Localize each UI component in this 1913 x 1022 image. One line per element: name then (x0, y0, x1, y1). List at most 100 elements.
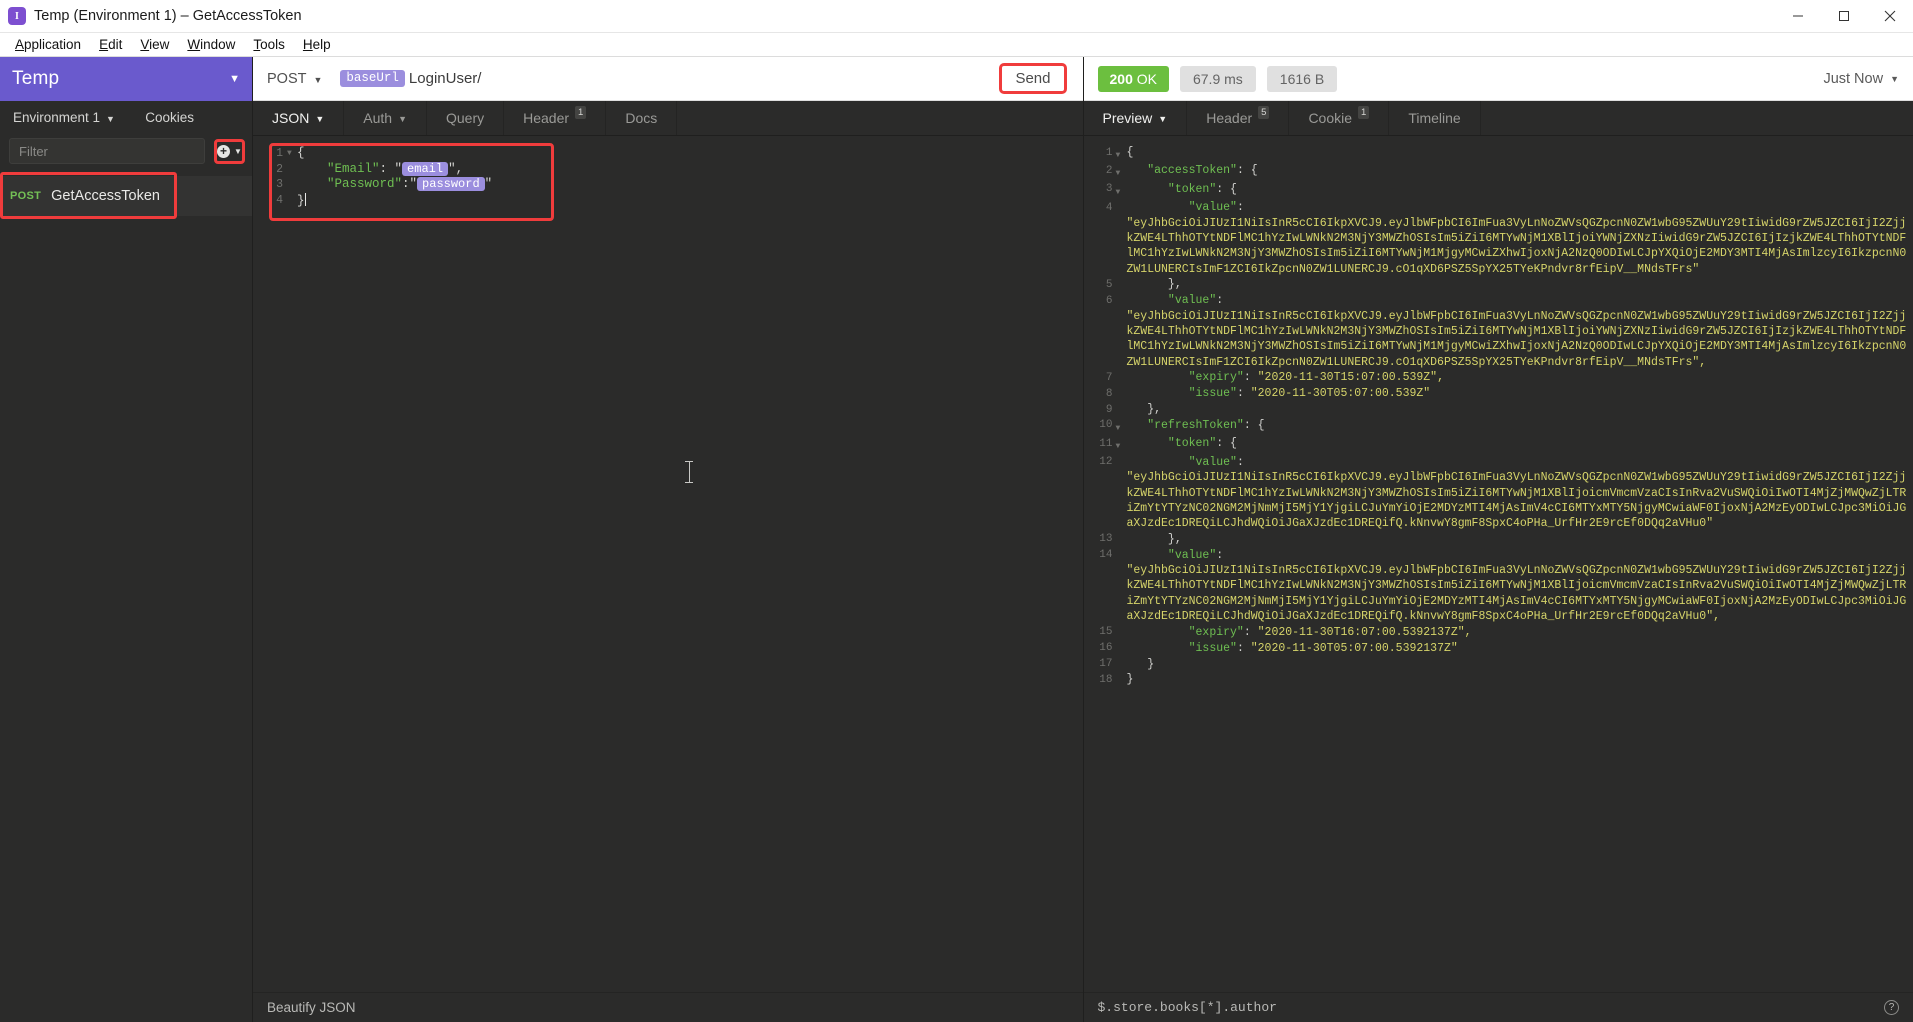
menu-application[interactable]: AApplicationpplication (6, 35, 90, 54)
fold-arrow-icon[interactable]: ▼ (1116, 182, 1127, 200)
sidebar: Temp ▼ Environment 1 ▼ Cookies + ▼ (0, 57, 253, 1022)
tab-query-label: Query (446, 110, 485, 126)
code-text: "issue": "2020-11-30T05:07:00.5392137Z" (1127, 641, 1458, 656)
menu-tools[interactable]: Tools (244, 35, 294, 54)
tab-timeline[interactable]: Timeline (1389, 101, 1481, 135)
window-controls (1775, 0, 1913, 33)
request-json-code[interactable]: 1 ▼{2 "Email": " email ", 3 "Password":" pass… (253, 136, 1083, 209)
response-status-bar: 200 OK 67.9 ms 1616 B Just Now ▼ (1083, 57, 1913, 101)
code-text: "refreshToken": { (1127, 418, 1265, 433)
send-button[interactable]: Send (1015, 70, 1050, 87)
code-text: }, (1127, 532, 1182, 547)
environment-selector[interactable]: Environment 1 ▼ (13, 110, 115, 125)
json-punctuation: : (1236, 641, 1244, 655)
fold-arrow-icon[interactable]: ▼ (287, 146, 297, 162)
response-code-line: 15 "expiry": "2020-11-30T16:07:00.539213… (1084, 625, 1913, 641)
json-punctuation: }, (1147, 403, 1162, 416)
tab-preview[interactable]: Preview ▼ (1083, 101, 1188, 135)
json-key: "value" (1188, 455, 1237, 469)
maximize-icon[interactable] (1821, 0, 1867, 33)
menu-view[interactable]: View (131, 35, 178, 54)
code-text: "value": "eyJhbGciOiJIUzI1NiIsInR5cCI6Ik… (1127, 455, 1913, 532)
code-text: "value": "eyJhbGciOiJIUzI1NiIsInR5cCI6Ik… (1127, 200, 1913, 277)
request-method-label: POST (10, 190, 42, 202)
filter-row: + ▼ (0, 134, 252, 168)
code-token: :" (402, 177, 418, 192)
json-key: "token" (1167, 182, 1217, 196)
line-number: 13 (1099, 533, 1113, 546)
tab-query[interactable]: Query (427, 101, 505, 135)
json-value: "2020-11-30T05:07:00.539Z" (1243, 387, 1431, 401)
response-time-badge[interactable]: 67.9 ms (1179, 65, 1256, 92)
json-punctuation: : { (1243, 418, 1265, 432)
text-cursor-icon (685, 461, 693, 483)
status-text: OK (1136, 70, 1157, 87)
tab-cookie-label: Cookie (1308, 110, 1353, 126)
url-input[interactable]: baseUrl LoginUser/ (340, 70, 481, 87)
fold-arrow-icon[interactable]: ▼ (1116, 436, 1127, 454)
menu-edit[interactable]: Edit (90, 35, 131, 54)
response-filter-input[interactable]: $.store.books[*].author (1098, 1000, 1277, 1015)
tab-cookie[interactable]: Cookie 1 (1289, 101, 1390, 135)
code-token: "Email" (327, 161, 380, 176)
workspace-header[interactable]: Temp ▼ (0, 57, 252, 101)
add-request-button[interactable]: + ▼ (217, 144, 242, 158)
code-text: "value": "eyJhbGciOiJIUzI1NiIsInR5cCI6Ik… (1127, 548, 1913, 625)
base-url-variable-chip: baseUrl (340, 70, 405, 87)
menu-window[interactable]: Window (178, 35, 244, 54)
menu-help[interactable]: Help (294, 35, 340, 54)
tab-json[interactable]: JSON ▼ (253, 101, 345, 135)
sidebar-item-getaccesstoken[interactable]: POST GetAccessToken (0, 176, 252, 216)
response-code-line: 6 "value": "eyJhbGciOiJIUzI1NiIsInR5cCI6… (1084, 293, 1913, 370)
request-tabs: JSON ▼ Auth ▼ Query Header 1 Docs (253, 101, 1083, 136)
code-text: "Email": " email ", (297, 161, 463, 178)
tab-timeline-label: Timeline (1408, 110, 1461, 126)
code-token: { (297, 146, 305, 160)
line-number: 18 (1099, 673, 1113, 686)
response-code-line: 8 "issue": "2020-11-30T05:07:00.539Z" (1084, 386, 1913, 402)
response-body-viewer[interactable]: 1 ▼{2 ▼ "accessToken": {3 ▼ "token": {4 "va… (1083, 136, 1913, 992)
tab-response-header-label: Header (1206, 110, 1253, 126)
response-history-selector[interactable]: Just Now ▼ (1823, 71, 1899, 87)
fold-arrow-icon[interactable]: ▼ (1116, 163, 1127, 181)
chevron-down-icon: ▼ (1158, 114, 1168, 124)
method-selector[interactable]: POST ▼ (267, 71, 322, 87)
json-punctuation: : { (1216, 437, 1237, 451)
question-mark-icon[interactable]: ? (1884, 1000, 1899, 1015)
header-count-badge: 1 (575, 105, 587, 119)
tab-response-header[interactable]: Header 5 (1187, 101, 1290, 135)
response-code-line: 9 }, (1084, 402, 1913, 418)
code-token: "Password" (327, 177, 403, 192)
sidebar-filter-input[interactable] (9, 138, 205, 164)
environment-row: Environment 1 ▼ Cookies (0, 101, 252, 134)
json-key: "expiry" (1188, 625, 1244, 639)
chevron-down-icon[interactable]: ▼ (229, 73, 240, 85)
response-size-badge[interactable]: 1616 B (1266, 65, 1338, 92)
status-badge[interactable]: 200 OK (1097, 65, 1169, 92)
url-bar: POST ▼ baseUrl LoginUser/ Send (253, 57, 1083, 101)
request-body-editor[interactable]: 1 ▼{2 "Email": " email ", 3 "Password":" pass… (253, 136, 1083, 992)
minimize-icon[interactable] (1775, 0, 1821, 33)
code-text: } (1127, 672, 1134, 687)
chevron-down-icon: ▼ (106, 113, 115, 124)
tab-header[interactable]: Header 1 (504, 101, 607, 135)
beautify-json-button[interactable]: Beautify JSON (267, 1000, 356, 1015)
fold-arrow-icon[interactable]: ▼ (1116, 145, 1127, 163)
line-number: 8 (1105, 387, 1113, 400)
line-number: 3 (276, 178, 283, 192)
close-icon[interactable] (1867, 0, 1913, 33)
line-number: 1 (1105, 146, 1113, 159)
tab-docs[interactable]: Docs (606, 101, 678, 135)
tab-json-label: JSON (272, 110, 310, 126)
tab-auth[interactable]: Auth ▼ (344, 101, 427, 135)
fold-arrow-icon[interactable]: ▼ (1116, 418, 1127, 436)
response-code-line: 17 } (1084, 657, 1913, 673)
line-number: 14 (1099, 549, 1113, 562)
cookies-link[interactable]: Cookies (145, 110, 194, 125)
code-text: } (1127, 657, 1154, 672)
